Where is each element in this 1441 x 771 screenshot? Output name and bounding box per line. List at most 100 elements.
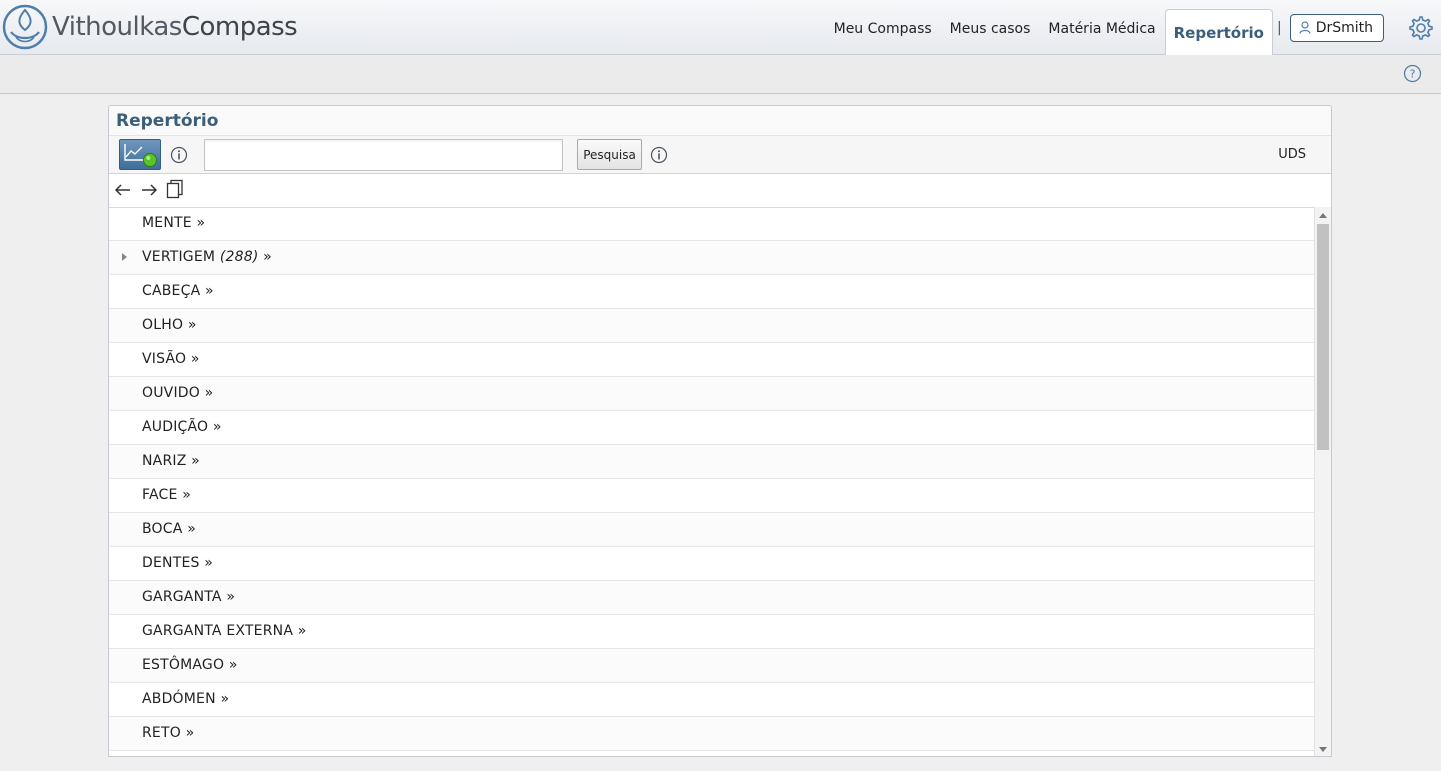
- rubric-more-link[interactable]: »: [191, 351, 200, 367]
- rubric-row[interactable]: MENTE »: [109, 207, 1314, 241]
- rubric-label[interactable]: MENTE »: [142, 207, 205, 240]
- rubric-label[interactable]: ABDÓMEN »: [142, 683, 229, 716]
- rubric-name: MENTE: [142, 215, 192, 231]
- rubric-more-link[interactable]: »: [191, 453, 200, 469]
- rubric-label[interactable]: CABEÇA »: [142, 275, 214, 308]
- rubric-label[interactable]: DENTES »: [142, 547, 213, 580]
- rubric-name: GARGANTA EXTERNA: [142, 623, 294, 639]
- rubric-name: RETO: [142, 725, 181, 741]
- rubric-label[interactable]: ESTÔMAGO »: [142, 649, 238, 682]
- main-nav: Meu Compass Meus casos Matéria Médica Re…: [825, 0, 1441, 56]
- rubric-name: OLHO: [142, 317, 184, 333]
- rubric-label[interactable]: FACE »: [142, 479, 191, 512]
- rubric-more-link[interactable]: »: [213, 419, 222, 435]
- nav-meus-casos[interactable]: Meus casos: [941, 0, 1040, 55]
- rubric-more-link[interactable]: »: [204, 555, 213, 571]
- top-header: VithoulkasCompass Meu Compass Meus casos…: [0, 0, 1441, 56]
- rubric-row[interactable]: ABDÓMEN »: [109, 683, 1314, 717]
- rubric-row[interactable]: RETO »: [109, 717, 1314, 751]
- search-button[interactable]: Pesquisa: [577, 139, 642, 170]
- rubric-name: BOCA: [142, 521, 183, 537]
- gear-icon[interactable]: [1406, 14, 1434, 42]
- rubric-row[interactable]: BOCA »: [109, 513, 1314, 547]
- arrow-left-icon[interactable]: [114, 181, 132, 203]
- nav-repertorio[interactable]: Repertório: [1164, 8, 1273, 56]
- compass-logo-icon: [2, 4, 48, 50]
- rubric-row[interactable]: FACE »: [109, 479, 1314, 513]
- rubric-row[interactable]: VERTIGEM (288) »: [109, 241, 1314, 275]
- rubric-more-link[interactable]: »: [186, 725, 195, 741]
- copy-icon[interactable]: [166, 179, 184, 203]
- rubric-more-link[interactable]: »: [182, 487, 191, 503]
- scrollbar[interactable]: [1314, 207, 1331, 756]
- rubric-row[interactable]: DENTES »: [109, 547, 1314, 581]
- nav-separator: |: [1276, 19, 1282, 36]
- rubric-label[interactable]: VISÃO »: [142, 343, 200, 376]
- rubric-label[interactable]: AUDIÇÃO »: [142, 411, 222, 444]
- rubric-more-link[interactable]: »: [205, 283, 214, 299]
- logo-text: VithoulkasCompass: [52, 12, 298, 42]
- rubric-count: (288): [219, 249, 259, 265]
- rubric-name: OUVIDO: [142, 385, 200, 401]
- rubric-row[interactable]: GARGANTA EXTERNA »: [109, 615, 1314, 649]
- rubric-more-link[interactable]: »: [187, 521, 196, 537]
- scroll-thumb[interactable]: [1317, 224, 1329, 450]
- rubric-label[interactable]: VERTIGEM (288) »: [142, 241, 272, 274]
- rubric-row[interactable]: VISÃO »: [109, 343, 1314, 377]
- rubric-row[interactable]: NARIZ »: [109, 445, 1314, 479]
- rubric-more-link[interactable]: »: [205, 385, 214, 401]
- search-input[interactable]: [204, 139, 563, 171]
- rubric-row[interactable]: GARGANTA »: [109, 581, 1314, 615]
- rubric-more-link[interactable]: »: [196, 215, 205, 231]
- search-toolbar: Pesquisa UDS: [109, 136, 1331, 174]
- rubric-more-link[interactable]: »: [263, 249, 272, 265]
- uds-label: UDS: [1278, 147, 1306, 162]
- sub-toolbar: ?: [0, 55, 1441, 94]
- user-button[interactable]: DrSmith: [1289, 13, 1384, 42]
- search-info-icon[interactable]: [650, 146, 668, 168]
- rubric-row[interactable]: ESTÔMAGO »: [109, 649, 1314, 683]
- rubric-name: ESTÔMAGO: [142, 657, 225, 673]
- rubric-list: MENTE » VERTIGEM (288) » CABEÇA » OLHO » VIS…: [109, 207, 1314, 756]
- rubric-more-link[interactable]: »: [229, 657, 238, 673]
- scroll-up-arrow[interactable]: [1319, 213, 1327, 218]
- rubric-name: ABDÓMEN: [142, 691, 216, 707]
- rubric-name: AUDIÇÃO: [142, 419, 209, 435]
- rubric-name: CABEÇA: [142, 283, 201, 299]
- chart-status-icon: [124, 144, 157, 167]
- logo-text-part2: Compass: [181, 12, 298, 42]
- rubric-row[interactable]: OUVIDO »: [109, 377, 1314, 411]
- nav-materia-medica[interactable]: Matéria Médica: [1039, 0, 1164, 55]
- nav-meu-compass[interactable]: Meu Compass: [825, 0, 941, 55]
- rubric-label[interactable]: OLHO »: [142, 309, 197, 342]
- panel-title: Repertório: [109, 106, 1331, 136]
- rubric-more-link[interactable]: »: [188, 317, 197, 333]
- expand-arrow-icon[interactable]: [122, 253, 127, 261]
- app-logo[interactable]: VithoulkasCompass: [2, 3, 298, 51]
- scroll-down-arrow[interactable]: [1319, 747, 1327, 752]
- rubric-name: FACE: [142, 487, 178, 503]
- rubric-label[interactable]: NARIZ »: [142, 445, 200, 478]
- rubric-more-link[interactable]: »: [226, 589, 235, 605]
- logo-text-part1: Vithoulkas: [52, 12, 182, 42]
- arrow-right-icon[interactable]: [140, 181, 158, 203]
- rubric-label[interactable]: BOCA »: [142, 513, 196, 546]
- svg-text:?: ?: [1410, 68, 1416, 81]
- rubric-label[interactable]: RETO »: [142, 717, 194, 750]
- rubric-more-link[interactable]: »: [298, 623, 307, 639]
- rubric-label[interactable]: OUVIDO »: [142, 377, 213, 410]
- rubric-name: GARGANTA: [142, 589, 222, 605]
- history-toolbar: [109, 174, 1331, 208]
- rubric-more-link[interactable]: »: [220, 691, 229, 707]
- repertory-panel: Repertório Pesquisa UDS MENTE » VERTIGEM…: [108, 105, 1332, 757]
- rubric-row[interactable]: CABEÇA »: [109, 275, 1314, 309]
- rubric-label[interactable]: GARGANTA EXTERNA »: [142, 615, 307, 648]
- help-icon[interactable]: ?: [1403, 64, 1422, 87]
- user-icon: [1299, 21, 1311, 34]
- rubric-row[interactable]: OLHO »: [109, 309, 1314, 343]
- chart-status-button[interactable]: [119, 139, 161, 170]
- info-icon[interactable]: [170, 146, 188, 168]
- rubric-name: VERTIGEM: [142, 249, 216, 265]
- rubric-label[interactable]: GARGANTA »: [142, 581, 235, 614]
- rubric-row[interactable]: AUDIÇÃO »: [109, 411, 1314, 445]
